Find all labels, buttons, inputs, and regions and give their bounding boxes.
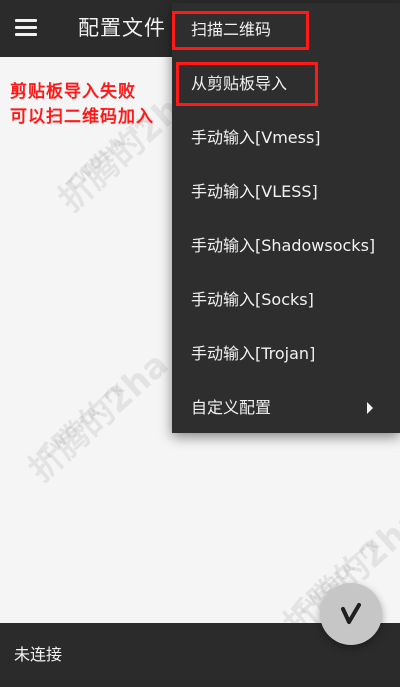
- annotation-note: 剪贴板导入失败 可以扫二维码加入: [10, 80, 154, 130]
- menu-item-label: 手动输入[VLESS]: [191, 182, 318, 201]
- menu-item-label: 手动输入[Vmess]: [191, 128, 321, 147]
- overflow-menu: 扫描二维码 从剪贴板导入 手动输入[Vmess] 手动输入[VLESS] 手动输…: [172, 3, 400, 433]
- annotation-line: 剪贴板导入失败: [10, 82, 136, 102]
- v-icon: [341, 603, 361, 624]
- menu-item-label: 手动输入[Trojan]: [191, 344, 316, 363]
- menu-item-label: 自定义配置: [191, 398, 272, 417]
- menu-item-scan-qr[interactable]: 扫描二维码: [172, 3, 400, 57]
- annotation-line: 可以扫二维码加入: [10, 107, 154, 127]
- menu-item-manual-shadowsocks[interactable]: 手动输入[Shadowsocks]: [172, 219, 400, 273]
- menu-item-manual-vmess[interactable]: 手动输入[Vmess]: [172, 111, 400, 165]
- menu-item-label: 从剪贴板导入: [191, 74, 288, 93]
- menu-item-label: 扫描二维码: [191, 20, 272, 39]
- menu-item-label: 手动输入[Socks]: [191, 290, 314, 309]
- menu-item-label: 手动输入[Shadowsocks]: [191, 236, 376, 255]
- menu-item-manual-trojan[interactable]: 手动输入[Trojan]: [172, 327, 400, 381]
- connect-button[interactable]: [320, 583, 382, 645]
- menu-item-import-clipboard[interactable]: 从剪贴板导入: [172, 57, 400, 111]
- chevron-right-icon: [367, 402, 373, 414]
- page-title: 配置文件: [78, 16, 166, 40]
- connection-status: 未连接: [14, 645, 63, 664]
- menu-item-manual-socks[interactable]: 手动输入[Socks]: [172, 273, 400, 327]
- menu-item-manual-vless[interactable]: 手动输入[VLESS]: [172, 165, 400, 219]
- hamburger-icon[interactable]: [15, 19, 37, 36]
- menu-item-custom-config[interactable]: 自定义配置: [172, 381, 400, 435]
